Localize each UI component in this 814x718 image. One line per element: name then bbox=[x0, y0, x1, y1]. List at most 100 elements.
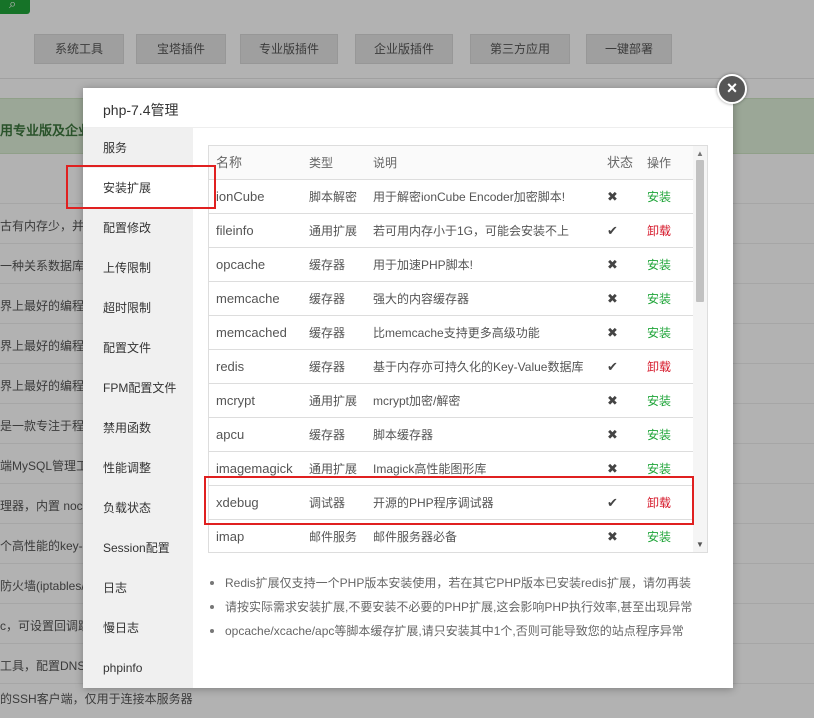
ext-name: xdebug bbox=[216, 495, 259, 510]
install-link[interactable]: 安装 bbox=[647, 452, 671, 486]
column-header-status: 状态 bbox=[607, 155, 634, 170]
extensions-table[interactable]: 名称 类型 说明 状态 操作 ionCube 脚本解密 用于解密ionCube … bbox=[208, 145, 708, 553]
sidebar-item-config-file[interactable]: 配置文件 bbox=[83, 328, 193, 368]
ext-name: redis bbox=[216, 359, 245, 374]
ext-name: fileinfo bbox=[216, 223, 254, 238]
ext-desc: 邮件服务器必备 bbox=[373, 530, 458, 544]
ext-desc: 基于内存亦可持久化的Key-Value数据库 bbox=[373, 360, 584, 374]
sidebar-item-timeout-limit[interactable]: 超时限制 bbox=[83, 288, 193, 328]
table-row: memcached 缓存器 比memcache支持更多高级功能 ✖ 安装 bbox=[209, 316, 693, 350]
ext-desc: 用于加速PHP脚本! bbox=[373, 258, 474, 272]
ext-type: 缓存器 bbox=[309, 258, 346, 272]
install-link[interactable]: 安装 bbox=[647, 520, 671, 552]
extensions-panel: 名称 类型 说明 状态 操作 ionCube 脚本解密 用于解密ionCube … bbox=[193, 128, 733, 688]
table-row: ionCube 脚本解密 用于解密ionCube Encoder加密脚本! ✖ … bbox=[209, 180, 693, 214]
dialog-title: php-7.4管理 bbox=[103, 102, 179, 118]
sidebar-item-fpm-config[interactable]: FPM配置文件 bbox=[83, 368, 193, 408]
column-header-op: 操作 bbox=[647, 156, 672, 170]
tip-item: Redis扩展仅支持一个PHP版本安装使用，若在其它PHP版本已安装redis扩… bbox=[207, 571, 727, 595]
tip-item: 请按实际需求安装扩展,不要安装不必要的PHP扩展,这会影响PHP执行效率,甚至出… bbox=[207, 595, 727, 619]
not-installed-icon: ✖ bbox=[607, 291, 618, 306]
sidebar-item-service[interactable]: 服务 bbox=[83, 128, 193, 168]
ext-desc: 开源的PHP程序调试器 bbox=[373, 496, 494, 510]
install-link[interactable]: 安装 bbox=[647, 248, 671, 282]
dialog-header: php-7.4管理 bbox=[83, 88, 733, 128]
column-header-desc: 说明 bbox=[373, 156, 398, 170]
ext-name: mcrypt bbox=[216, 393, 255, 408]
table-header: 名称 类型 说明 状态 操作 bbox=[209, 146, 693, 180]
ext-type: 缓存器 bbox=[309, 326, 346, 340]
ext-desc: 脚本缓存器 bbox=[373, 428, 434, 442]
ext-desc: 强大的内容缓存器 bbox=[373, 292, 470, 306]
ext-name: apcu bbox=[216, 427, 245, 442]
sidebar-item-performance[interactable]: 性能调整 bbox=[83, 448, 193, 488]
ext-desc: Imagick高性能图形库 bbox=[373, 462, 487, 476]
install-link[interactable]: 安装 bbox=[647, 418, 671, 452]
install-link[interactable]: 安装 bbox=[647, 316, 671, 350]
ext-type: 缓存器 bbox=[309, 360, 346, 374]
ext-name: memcache bbox=[216, 291, 280, 306]
table-row: redis 缓存器 基于内存亦可持久化的Key-Value数据库 ✔ 卸载 bbox=[209, 350, 693, 384]
dialog-sidebar: 服务 安装扩展 配置修改 上传限制 超时限制 配置文件 FPM配置文件 禁用函数… bbox=[83, 128, 193, 688]
tips-list: Redis扩展仅支持一个PHP版本安装使用，若在其它PHP版本已安装redis扩… bbox=[207, 571, 727, 643]
table-row: imap 邮件服务 邮件服务器必备 ✖ 安装 bbox=[209, 520, 693, 552]
table-row: opcache 缓存器 用于加速PHP脚本! ✖ 安装 bbox=[209, 248, 693, 282]
installed-check-icon: ✔ bbox=[607, 359, 618, 374]
ext-type: 通用扩展 bbox=[309, 394, 358, 408]
ext-name: memcached bbox=[216, 325, 287, 340]
uninstall-link[interactable]: 卸载 bbox=[647, 214, 671, 248]
scroll-down-arrow-icon[interactable]: ▼ bbox=[696, 540, 704, 549]
not-installed-icon: ✖ bbox=[607, 189, 618, 204]
close-icon[interactable]: × bbox=[717, 74, 747, 104]
ext-desc: 比memcache支持更多高级功能 bbox=[373, 326, 540, 340]
table-row: xdebug 调试器 开源的PHP程序调试器 ✔ 卸载 bbox=[209, 486, 693, 520]
table-row: imagemagick 通用扩展 Imagick高性能图形库 ✖ 安装 bbox=[209, 452, 693, 486]
tip-item: opcache/xcache/apc等脚本缓存扩展,请只安装其中1个,否则可能导… bbox=[207, 619, 727, 643]
sidebar-item-config-edit[interactable]: 配置修改 bbox=[83, 208, 193, 248]
ext-type: 邮件服务 bbox=[309, 530, 358, 544]
ext-type: 缓存器 bbox=[309, 292, 346, 306]
install-link[interactable]: 安装 bbox=[647, 384, 671, 418]
column-header-name: 名称 bbox=[216, 155, 243, 170]
sidebar-item-load-status[interactable]: 负载状态 bbox=[83, 488, 193, 528]
ext-desc: 用于解密ionCube Encoder加密脚本! bbox=[373, 190, 566, 204]
sidebar-item-phpinfo[interactable]: phpinfo bbox=[83, 648, 193, 688]
column-header-type: 类型 bbox=[309, 156, 334, 170]
ext-desc: mcrypt加密/解密 bbox=[373, 394, 461, 408]
not-installed-icon: ✖ bbox=[607, 325, 618, 340]
install-link[interactable]: 安装 bbox=[647, 282, 671, 316]
ext-name: ionCube bbox=[216, 189, 265, 204]
table-row: apcu 缓存器 脚本缓存器 ✖ 安装 bbox=[209, 418, 693, 452]
sidebar-item-install-extensions[interactable]: 安装扩展 bbox=[83, 168, 193, 208]
ext-type: 调试器 bbox=[309, 496, 346, 510]
scrollbar-thumb[interactable] bbox=[696, 160, 704, 302]
table-row: mcrypt 通用扩展 mcrypt加密/解密 ✖ 安装 bbox=[209, 384, 693, 418]
ext-type: 通用扩展 bbox=[309, 462, 358, 476]
not-installed-icon: ✖ bbox=[607, 393, 618, 408]
sidebar-item-upload-limit[interactable]: 上传限制 bbox=[83, 248, 193, 288]
scroll-up-arrow-icon[interactable]: ▲ bbox=[696, 149, 704, 158]
not-installed-icon: ✖ bbox=[607, 529, 618, 544]
php-manager-dialog: php-7.4管理 服务 安装扩展 配置修改 上传限制 超时限制 配置文件 FP… bbox=[83, 88, 733, 688]
uninstall-link[interactable]: 卸载 bbox=[647, 350, 671, 384]
table-row: fileinfo 通用扩展 若可用内存小于1G，可能会安装不上 ✔ 卸载 bbox=[209, 214, 693, 248]
uninstall-link[interactable]: 卸载 bbox=[647, 486, 671, 520]
ext-name: opcache bbox=[216, 257, 266, 272]
table-scrollbar[interactable]: ▲ ▼ bbox=[693, 146, 707, 552]
not-installed-icon: ✖ bbox=[607, 461, 618, 476]
table-row: memcache 缓存器 强大的内容缓存器 ✖ 安装 bbox=[209, 282, 693, 316]
ext-type: 通用扩展 bbox=[309, 224, 358, 238]
ext-type: 脚本解密 bbox=[309, 190, 358, 204]
sidebar-item-slow-log[interactable]: 慢日志 bbox=[83, 608, 193, 648]
installed-check-icon: ✔ bbox=[607, 223, 618, 238]
sidebar-item-session[interactable]: Session配置 bbox=[83, 528, 193, 568]
ext-type: 缓存器 bbox=[309, 428, 346, 442]
not-installed-icon: ✖ bbox=[607, 257, 618, 272]
install-link[interactable]: 安装 bbox=[647, 180, 671, 214]
ext-name: imap bbox=[216, 529, 245, 544]
sidebar-item-log[interactable]: 日志 bbox=[83, 568, 193, 608]
installed-check-icon: ✔ bbox=[607, 495, 618, 510]
ext-desc: 若可用内存小于1G，可能会安装不上 bbox=[373, 224, 570, 238]
not-installed-icon: ✖ bbox=[607, 427, 618, 442]
sidebar-item-disabled-functions[interactable]: 禁用函数 bbox=[83, 408, 193, 448]
